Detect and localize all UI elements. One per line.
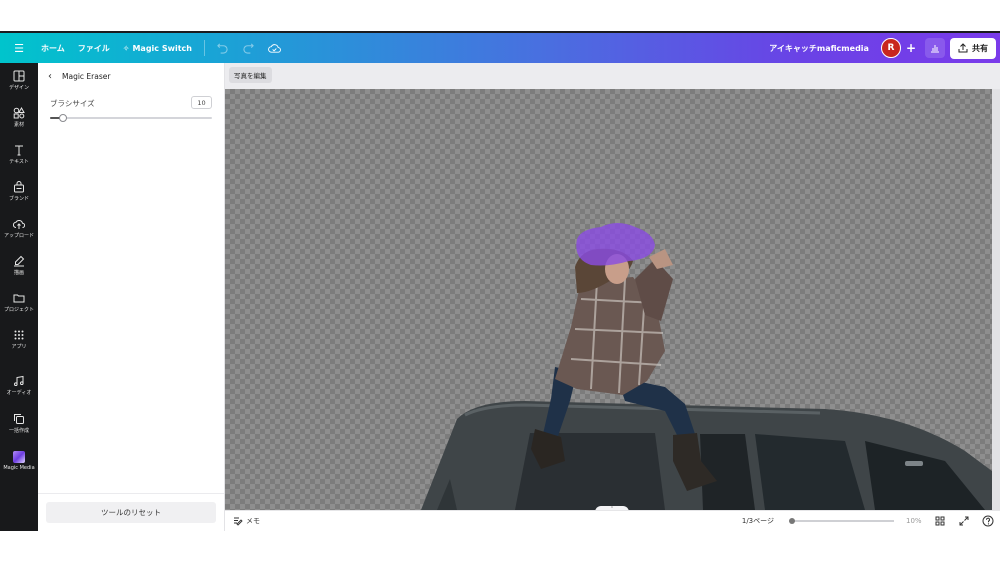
rail-item-uploads[interactable]: アップロード — [0, 211, 38, 245]
cloud-save-icon[interactable] — [267, 40, 283, 56]
panel-title: Magic Eraser — [62, 72, 111, 81]
notes-icon — [234, 517, 243, 526]
canvas-scrollbar[interactable] — [992, 89, 1000, 510]
topbar-divider — [203, 40, 205, 56]
avatar[interactable]: R — [880, 38, 901, 58]
reset-tool-button[interactable]: ツールのリセット — [46, 502, 216, 523]
undo-icon[interactable] — [215, 40, 231, 56]
magic-switch-button[interactable]: ✧ Magic Switch — [123, 44, 192, 53]
back-arrow-icon[interactable]: ‹ — [48, 71, 52, 82]
pen-icon — [14, 255, 25, 266]
insights-icon[interactable] — [925, 38, 945, 58]
redo-icon[interactable] — [241, 40, 257, 56]
layout-icon — [13, 70, 25, 81]
design-canvas[interactable] — [225, 89, 992, 510]
folder-icon — [13, 294, 25, 302]
share-label: 共有 — [972, 43, 988, 53]
rail-item-audio[interactable]: オーディオ — [0, 368, 38, 402]
home-button[interactable]: ホーム — [41, 43, 65, 54]
rail-label-uploads: アップロード — [3, 232, 34, 239]
rail-item-bulk-create[interactable]: 一括作成 — [0, 406, 38, 440]
add-member-icon[interactable]: + — [906, 41, 916, 55]
rail-label-projects: プロジェクト — [3, 306, 34, 313]
share-button[interactable]: 共有 — [950, 37, 996, 59]
rail-item-elements[interactable]: 素材 — [0, 100, 38, 134]
edit-photo-label: 写真を編集 — [234, 72, 267, 80]
workspace: 写真を編集 ⌃ — [225, 63, 1000, 531]
grid-view-icon[interactable] — [934, 515, 946, 527]
rail-label-audio: オーディオ — [6, 389, 32, 396]
rail-item-text[interactable]: テキスト — [0, 137, 38, 171]
help-icon[interactable] — [982, 515, 994, 527]
rail-label-brand: ブランド — [8, 195, 29, 202]
eraser-brush-stroke — [576, 223, 655, 266]
sparkle-icon: ✧ — [122, 43, 130, 53]
music-icon — [14, 375, 24, 386]
brush-size-slider-thumb[interactable] — [58, 114, 67, 122]
notes-button[interactable]: メモ — [233, 516, 260, 526]
rail-item-apps[interactable]: アプリ — [0, 322, 38, 356]
brush-size-label: ブラシサイズ — [50, 99, 95, 108]
bottom-bar: メモ 1/3ページ 10% — [225, 510, 1000, 531]
panel-footer-divider — [38, 493, 224, 494]
top-bar: ☰ ホーム ファイル ✧ Magic Switch アイキャッチmaficmed… — [0, 33, 1000, 63]
team-name[interactable]: アイキャッチmaficmedia — [769, 43, 869, 54]
text-icon — [15, 145, 23, 155]
zoom-value[interactable]: 10% — [906, 517, 922, 525]
file-label: ファイル — [77, 43, 110, 53]
rail-label-magic-media: Magic Media — [3, 465, 35, 471]
rail-item-draw[interactable]: 描画 — [0, 248, 38, 282]
rail-label-bulk-create: 一括作成 — [8, 427, 29, 434]
topbar-right: アイキャッチmaficmedia R + 共有 — [769, 37, 1000, 59]
shapes-icon — [13, 106, 25, 118]
edit-photo-button[interactable]: 写真を編集 — [229, 67, 272, 83]
grid-icon — [14, 330, 24, 339]
home-label: ホーム — [41, 43, 65, 53]
magic-eraser-panel: ‹ Magic Eraser ブラシサイズ 10 ツールのリセット — [38, 63, 225, 531]
rail-label-draw: 描画 — [13, 269, 24, 276]
brand-icon — [14, 180, 24, 192]
rail-item-brand[interactable]: ブランド — [0, 174, 38, 208]
file-menu-button[interactable]: ファイル — [78, 43, 110, 54]
left-rail: デザイン 素材 テキスト ブランド アップロード 描画 プロジェクト アプリ オ… — [0, 63, 38, 531]
page-indicator[interactable]: 1/3ページ — [742, 516, 774, 526]
fullscreen-icon[interactable] — [958, 515, 970, 527]
bulk-create-icon — [14, 413, 24, 424]
zoom-slider[interactable] — [789, 518, 894, 524]
rail-label-elements: 素材 — [13, 121, 24, 128]
brush-size-slider[interactable] — [50, 114, 212, 122]
rail-item-magic-media[interactable]: Magic Media — [0, 444, 38, 478]
photo-cutout — [421, 223, 992, 510]
magic-media-icon — [13, 451, 25, 463]
rail-item-projects[interactable]: プロジェクト — [0, 285, 38, 319]
rail-item-design[interactable]: デザイン — [0, 63, 38, 97]
page-bottom-margin — [0, 531, 1000, 562]
magic-switch-label: Magic Switch — [132, 43, 192, 53]
brush-size-value: 10 — [197, 98, 206, 107]
notes-label: メモ — [246, 517, 260, 525]
car-door-handle — [905, 461, 923, 466]
rail-label-design: デザイン — [8, 84, 29, 91]
panel-header: ‹ Magic Eraser — [48, 71, 110, 82]
rail-label-text: テキスト — [9, 158, 29, 165]
rail-label-apps: アプリ — [11, 343, 27, 350]
cloud-upload-icon — [13, 219, 25, 229]
hamburger-icon[interactable]: ☰ — [10, 42, 28, 55]
app-window: ☰ ホーム ファイル ✧ Magic Switch アイキャッチmaficmed… — [0, 0, 1000, 562]
share-icon — [958, 43, 968, 53]
avatar-initial: R — [887, 43, 895, 53]
brush-size-input[interactable]: 10 — [191, 96, 212, 109]
zoom-slider-thumb[interactable] — [789, 518, 796, 524]
reset-tool-label: ツールのリセット — [101, 508, 161, 517]
